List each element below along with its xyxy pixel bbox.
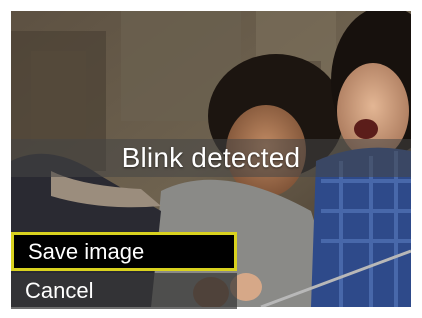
cancel-option[interactable]: Cancel: [11, 273, 237, 309]
blink-detected-banner: Blink detected: [11, 139, 411, 177]
osd-message-text: Blink detected: [121, 142, 301, 173]
save-image-label: Save image: [28, 238, 145, 264]
cancel-label: Cancel: [25, 278, 94, 303]
save-image-option[interactable]: Save image: [11, 232, 237, 271]
